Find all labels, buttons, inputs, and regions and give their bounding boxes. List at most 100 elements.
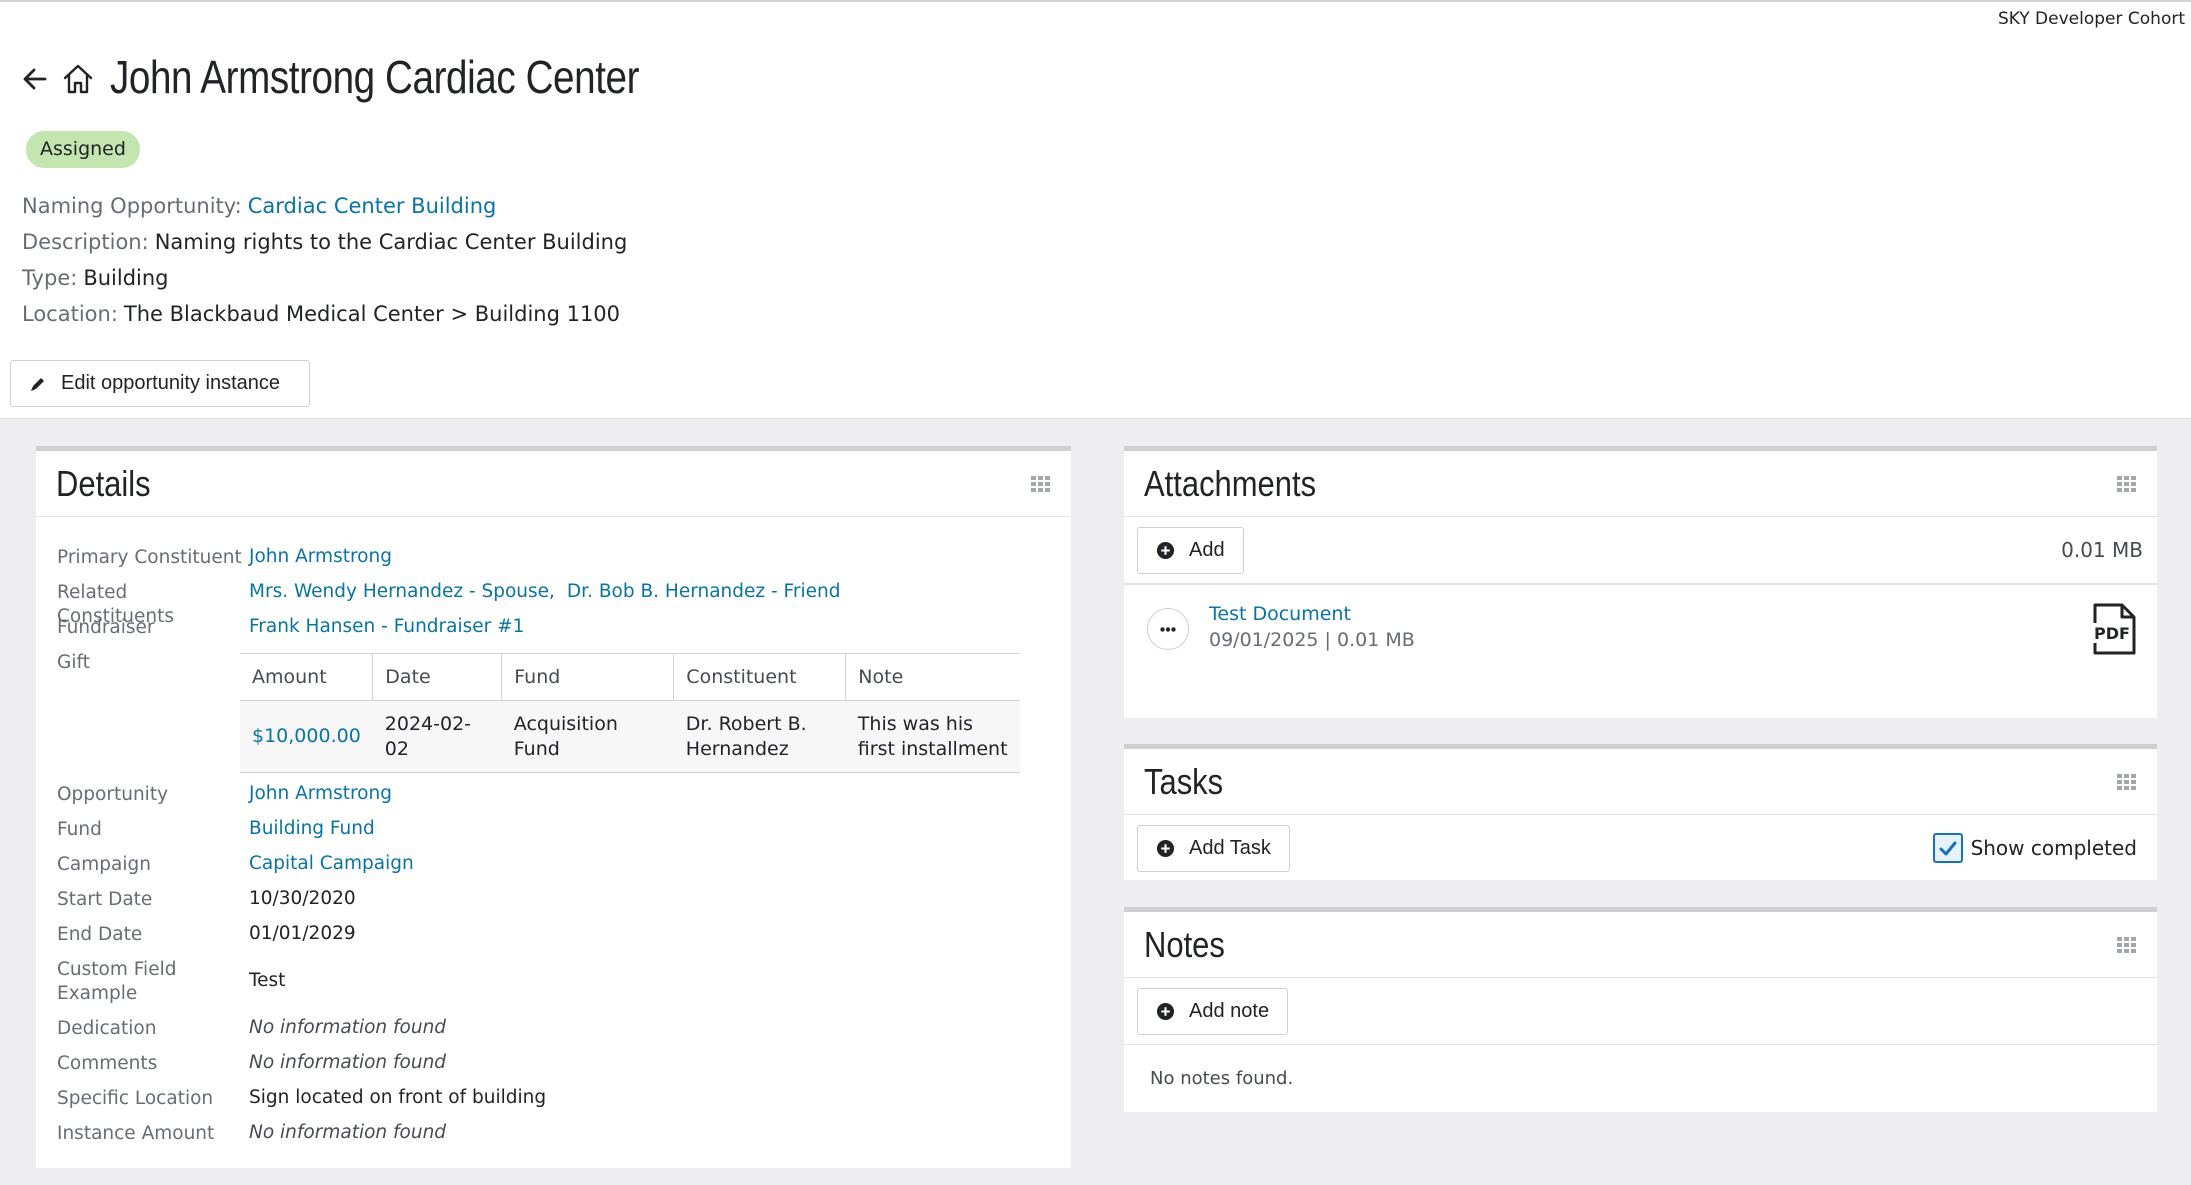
- attachment-name-link[interactable]: Test Document: [1209, 603, 1351, 625]
- dedication-value: No information found: [249, 1017, 447, 1038]
- notes-tile-header: Notes: [1124, 912, 2157, 978]
- fundraiser-link[interactable]: Frank Hansen - Fundraiser #1: [249, 616, 524, 637]
- gift-label: Gift: [57, 652, 90, 673]
- tasks-toolbar: Add Task Show completed: [1124, 815, 2157, 881]
- campaign-label: Campaign: [57, 854, 151, 875]
- column-header[interactable]: Date: [372, 653, 503, 701]
- environment-name: SKY Developer Cohort: [1997, 9, 2185, 29]
- edit-opportunity-button[interactable]: Edit opportunity instance: [10, 360, 310, 407]
- plus-circle-icon: [1156, 541, 1175, 559]
- related-constituent-link[interactable]: Mrs. Wendy Hernandez - Spouse,: [249, 581, 555, 602]
- details-tile: Details Primary Constituent John Armstro…: [36, 446, 1071, 1168]
- related-constituent-link[interactable]: Dr. Bob B. Hernandez - Friend: [567, 581, 841, 602]
- location-row: Location: The Blackbaud Medical Center > …: [22, 302, 620, 326]
- arrow-left-icon[interactable]: [20, 64, 50, 94]
- add-task-label: Add Task: [1189, 836, 1271, 859]
- notes-title: Notes: [1144, 923, 1225, 965]
- add-task-button[interactable]: Add Task: [1137, 824, 1290, 872]
- drag-handle-icon[interactable]: [2117, 936, 2137, 953]
- table-row: $10,000.00 2024-02-02 Acquisition Fund D…: [240, 700, 1020, 773]
- campaign-link[interactable]: Capital Campaign: [249, 853, 414, 874]
- attachments-tile: Attachments Add 0.01 MB Test Document 09…: [1124, 446, 2157, 718]
- specific-location-value: Sign located on front of building: [249, 1087, 547, 1108]
- more-actions-button[interactable]: [1147, 608, 1189, 650]
- gift-table: Amount Date Fund Constituent Note $10,00…: [240, 653, 1020, 773]
- fund-link[interactable]: Building Fund: [249, 818, 375, 839]
- home-icon[interactable]: [61, 62, 95, 96]
- column-header[interactable]: Constituent: [673, 653, 847, 701]
- page-title: John Armstrong Cardiac Center: [110, 51, 640, 103]
- description-row: Description: Naming rights to the Cardiac…: [22, 230, 627, 254]
- status-badge: Assigned: [26, 131, 140, 168]
- plus-circle-icon: [1156, 839, 1175, 857]
- dedication-label: Dedication: [57, 1018, 157, 1039]
- fundraiser-label: Fundraiser: [57, 617, 155, 638]
- notes-tile: Notes Add note No notes found.: [1124, 907, 2157, 1112]
- ellipsis-icon: [1160, 626, 1176, 632]
- attachments-total-size: 0.01 MB: [2061, 538, 2143, 562]
- attachments-toolbar: Add 0.01 MB: [1124, 517, 2157, 583]
- column-header[interactable]: Note: [845, 653, 1020, 701]
- type-label: Type:: [22, 266, 78, 290]
- comments-label: Comments: [57, 1053, 158, 1074]
- location-label: Location:: [22, 302, 118, 326]
- add-note-label: Add note: [1189, 999, 1270, 1022]
- type-row: Type: Building: [22, 266, 169, 290]
- details-title: Details: [56, 462, 151, 504]
- list-item: Test Document 09/01/2025 | 0.01 MB PDF: [1124, 583, 2157, 717]
- gift-fund: Acquisition Fund: [501, 700, 674, 773]
- show-completed-label: Show completed: [1970, 836, 2137, 860]
- description-value: Naming rights to the Cardiac Center Buil…: [154, 230, 628, 254]
- primary-constituent-label: Primary Constituent: [57, 547, 242, 568]
- related-constituents-list: Mrs. Wendy Hernandez - Spouse, Dr. Bob B.…: [249, 581, 840, 602]
- page-header: SKY Developer Cohort John Armstrong Card…: [0, 0, 2191, 419]
- tasks-tile-header: Tasks: [1124, 749, 2157, 815]
- add-attachment-label: Add: [1189, 538, 1225, 561]
- drag-handle-icon[interactable]: [2117, 773, 2137, 790]
- edit-opportunity-label: Edit opportunity instance: [61, 372, 281, 394]
- pencil-icon: [31, 377, 44, 391]
- opportunity-label: Opportunity: [57, 784, 169, 805]
- custom-field-label: Custom Field Example: [57, 959, 177, 1004]
- specific-location-label: Specific Location: [57, 1088, 214, 1109]
- gift-table-header: Amount Date Fund Constituent Note: [240, 653, 1020, 701]
- show-completed-checkbox[interactable]: [1932, 833, 1963, 863]
- naming-opportunity-link[interactable]: Cardiac Center Building: [248, 194, 497, 218]
- instance-amount-label: Instance Amount: [57, 1123, 215, 1144]
- tasks-title: Tasks: [1144, 760, 1224, 802]
- fund-label: Fund: [57, 819, 102, 840]
- primary-constituent-link[interactable]: John Armstrong: [249, 546, 392, 567]
- gift-constituent: Dr. Robert B. Hernandez: [673, 700, 846, 773]
- gift-note: This was his first installment: [845, 700, 1020, 773]
- naming-opportunity-row: Naming Opportunity: Cardiac Center Buildi…: [22, 194, 496, 218]
- add-attachment-button[interactable]: Add: [1137, 526, 1244, 574]
- plus-circle-icon: [1156, 1002, 1175, 1020]
- custom-field-value: Test: [249, 970, 286, 991]
- type-value: Building: [83, 266, 169, 290]
- instance-amount-value: No information found: [249, 1122, 447, 1143]
- notes-empty-message: No notes found.: [1124, 1044, 2157, 1112]
- location-value: The Blackbaud Medical Center > Building …: [123, 302, 621, 326]
- gift-amount-link[interactable]: $10,000.00: [240, 700, 373, 773]
- attachment-meta: 09/01/2025 | 0.01 MB: [1209, 629, 1415, 651]
- pdf-file-type: PDF: [2094, 624, 2130, 643]
- start-date-value: 10/30/2020: [249, 888, 356, 909]
- checkmark-icon: [1939, 841, 1957, 855]
- add-note-button[interactable]: Add note: [1137, 987, 1289, 1035]
- column-header[interactable]: Amount: [240, 653, 374, 701]
- pdf-file-icon: PDF: [2091, 603, 2136, 655]
- naming-opportunity-label: Naming Opportunity:: [22, 194, 242, 218]
- attachments-tile-header: Attachments: [1124, 451, 2157, 517]
- details-tile-header: Details: [36, 451, 1071, 517]
- column-header[interactable]: Fund: [501, 653, 675, 701]
- end-date-value: 01/01/2029: [249, 923, 356, 944]
- drag-handle-icon[interactable]: [1031, 475, 1051, 492]
- comments-value: No information found: [249, 1052, 447, 1073]
- notes-toolbar: Add note: [1124, 978, 2157, 1044]
- drag-handle-icon[interactable]: [2117, 475, 2137, 492]
- description-label: Description:: [22, 230, 149, 254]
- start-date-label: Start Date: [57, 889, 153, 910]
- show-completed-toggle[interactable]: Show completed: [1932, 833, 2137, 863]
- opportunity-link[interactable]: John Armstrong: [249, 783, 392, 804]
- attachments-title: Attachments: [1144, 462, 1317, 504]
